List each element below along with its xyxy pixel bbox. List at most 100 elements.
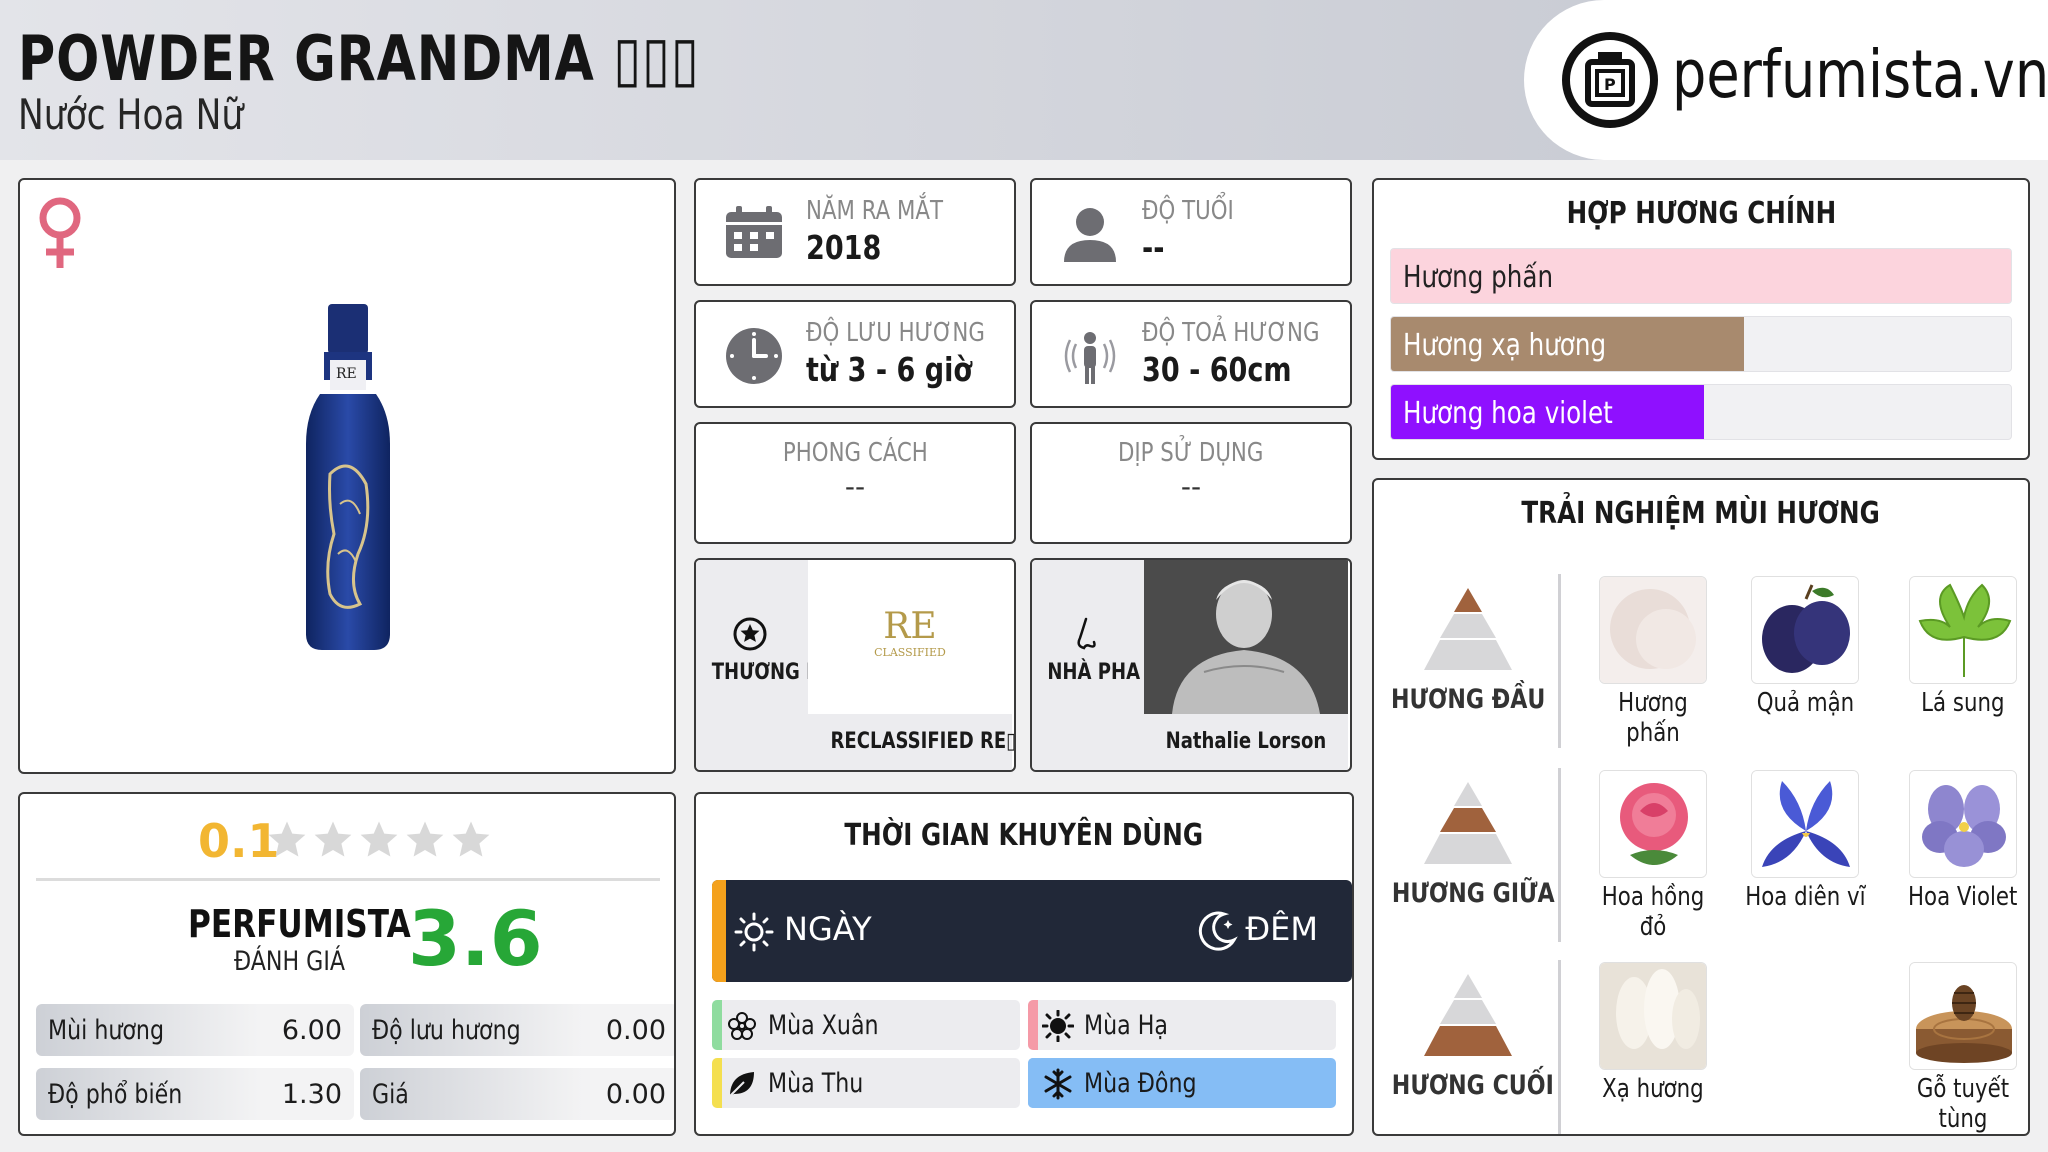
info-label: DỊP SỬ DỤNG (1118, 438, 1264, 468)
star-rating[interactable] (266, 818, 492, 860)
note-item[interactable]: Hoa Violet (1888, 770, 2028, 912)
sillage-value: 30 - 60cm (1142, 350, 1292, 389)
accords-title: HỢP HƯƠNG CHÍNH (1566, 196, 1836, 231)
accord-bar[interactable]: Hương phấn (1390, 248, 2012, 304)
note-item[interactable]: Hoa diên vĩ (1730, 770, 1880, 912)
tier-divider (1558, 960, 1561, 1134)
note-label: Lá sung (1921, 688, 2005, 718)
note-label: Xạ hương (1602, 1074, 1704, 1104)
info-label: NĂM RA MẮT (806, 196, 944, 226)
age-card: ĐỘ TUỔI -- (1030, 178, 1352, 286)
season-spring: Mùa Xuân (712, 1000, 1020, 1050)
age-value: -- (1142, 228, 1165, 267)
female-symbol-icon (34, 194, 86, 276)
perfumista-sublabel: ĐÁNH GIÁ (234, 946, 345, 977)
season-winter: Mùa Đông (1028, 1058, 1336, 1108)
brand-label-panel: THƯƠNG HIỆU (696, 560, 855, 770)
metric-price: Giá 0.00 (360, 1068, 674, 1120)
day-night-bar: NGÀY ĐÊM (712, 880, 1352, 982)
note-item[interactable]: Hương phấn (1578, 576, 1728, 748)
divider (36, 878, 660, 881)
star-icon[interactable] (404, 818, 446, 860)
accord-bar[interactable]: Hương hoa violet (1390, 384, 2012, 440)
accord-bar[interactable]: Hương xạ hương (1390, 316, 2012, 372)
release-year-card: NĂM RA MẮT 2018 (694, 178, 1016, 286)
tier-label: HƯƠNG GIỮA (1391, 878, 1555, 909)
note-label: Gỗ tuyết tùng (1916, 1074, 2010, 1134)
night-label: ĐÊM (1245, 910, 1318, 948)
star-icon[interactable] (358, 818, 400, 860)
accord-label: Hương xạ hương (1403, 328, 1607, 363)
perfume-bottle-image: RE (300, 304, 396, 658)
pyramid-icon (1374, 586, 1562, 676)
snowflake-icon (1042, 1068, 1074, 1104)
brand-tile[interactable]: THƯƠNG HIỆU RE CLASSIFIED RECLASSIFIED R… (694, 558, 1016, 772)
perfumer-tile[interactable]: NHÀ PHA CHẾ Nathalie Lorson (1030, 558, 1352, 772)
note-tier: HƯƠNG GIỮA (1374, 780, 1562, 909)
logo-icon: P (1562, 32, 1658, 128)
tier-label: HƯƠNG ĐẦU (1390, 684, 1546, 715)
info-label: ĐỘ TOẢ HƯƠNG (1142, 318, 1320, 348)
powder-image (1599, 576, 1707, 684)
star-icon[interactable] (312, 818, 354, 860)
star-icon[interactable] (450, 818, 492, 860)
perfumer-label-panel: NHÀ PHA CHẾ (1032, 560, 1187, 770)
occasion-card: DỊP SỬ DỤNG -- (1030, 422, 1352, 544)
tier-divider (1558, 574, 1561, 748)
note-label: Hoa diên vĩ (1744, 882, 1866, 912)
fig-leaf-image (1909, 576, 2017, 684)
red-rose-image (1599, 770, 1707, 878)
note-item[interactable]: Xạ hương (1578, 962, 1728, 1104)
longevity-value: từ 3 - 6 giờ (806, 350, 973, 389)
rating-card: 0.1 PERFUMISTA ĐÁNH GIÁ 3.6 Mùi hương 6.… (18, 792, 676, 1136)
note-item[interactable]: Lá sung (1888, 576, 2028, 718)
note-item[interactable]: Quả mận (1730, 576, 1880, 718)
musk-image (1599, 962, 1707, 1070)
sillage-icon (1060, 326, 1120, 390)
sillage-card: ĐỘ TOẢ HƯƠNG 30 - 60cm (1030, 300, 1352, 408)
note-label: Quả mận (1756, 688, 1854, 718)
note-label: Hương phấn (1618, 688, 1688, 748)
svg-text:RE: RE (336, 366, 357, 382)
metric-scent: Mùi hương 6.00 (36, 1004, 354, 1056)
calendar-icon (724, 204, 784, 264)
perfumista-score: 3.6 (408, 894, 543, 983)
accord-label: Hương hoa violet (1403, 396, 1613, 431)
day-indicator (712, 880, 726, 982)
sun-icon (1041, 1009, 1075, 1046)
info-label: PHONG CÁCH (782, 438, 928, 468)
star-icon[interactable] (266, 818, 308, 860)
time-title: THỜI GIAN KHUYÊN DÙNG (844, 818, 1204, 853)
info-label: ĐỘ TUỔI (1142, 196, 1234, 226)
logo-text[interactable]: perfumista.vn (1672, 36, 2048, 113)
iris-image (1751, 770, 1859, 878)
note-tier: HƯƠNG CUỐI (1374, 972, 1562, 1101)
time-recommendation-card: THỜI GIAN KHUYÊN DÙNG NGÀY ĐÊM Mùa Xuân … (694, 792, 1354, 1136)
note-item[interactable]: Gỗ tuyết tùng (1888, 962, 2028, 1134)
brand-name: RECLASSIFIED RE▯▯▯ (808, 714, 1014, 770)
note-label: Hoa hồng đỏ (1601, 882, 1705, 942)
tier-divider (1558, 768, 1561, 942)
moon-icon (1194, 908, 1240, 958)
perfumer-photo (1144, 560, 1348, 714)
svg-text:P: P (1604, 75, 1616, 94)
note-item[interactable]: Hoa hồng đỏ (1578, 770, 1728, 942)
experience-title: TRẢI NGHIỆM MÙI HƯƠNG (1521, 496, 1881, 531)
accord-label: Hương phấn (1403, 260, 1554, 295)
leaf-icon (726, 1068, 758, 1104)
note-tier: HƯƠNG ĐẦU (1374, 586, 1562, 715)
product-image-card: RE (18, 178, 676, 774)
nose-icon (1068, 616, 1104, 656)
longevity-card: ĐỘ LƯU HƯƠNG từ 3 - 6 giờ (694, 300, 1016, 408)
metric-longevity: Độ lưu hương 0.00 (360, 1004, 674, 1056)
page-title: POWDER GRANDMA ▯▯▯ (18, 22, 700, 95)
star-badge-icon (732, 616, 768, 656)
page-subtitle: Nước Hoa Nữ (18, 90, 244, 139)
plum-image (1751, 576, 1859, 684)
pyramid-icon (1374, 780, 1562, 870)
main-accords-card: HỢP HƯƠNG CHÍNH Hương phấn Hương xạ hương… (1372, 178, 2030, 460)
brand-logo: RE CLASSIFIED (808, 560, 1012, 714)
header: POWDER GRANDMA ▯▯▯ Nước Hoa Nữ P perfumi… (0, 0, 2048, 160)
sun-icon (734, 912, 774, 956)
occasion-value: -- (1180, 470, 1202, 503)
